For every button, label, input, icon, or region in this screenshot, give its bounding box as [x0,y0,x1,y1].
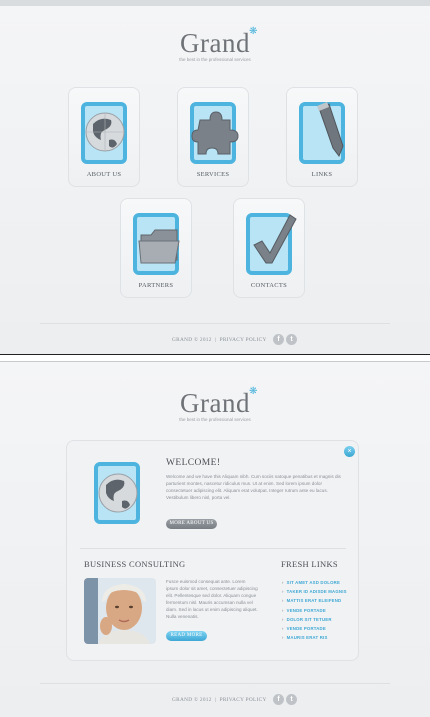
link-label[interactable]: VENDE PORTADE [287,626,326,631]
logo-2[interactable]: Grand ❋ [0,386,430,419]
globe-icon-large [94,462,140,524]
facebook-icon[interactable]: f [273,334,284,345]
privacy-policy-link[interactable]: PRIVACY POLICY [220,337,267,343]
list-item[interactable]: › VENDE PORTADE [282,606,347,615]
logo-text-2: Grand [180,388,250,418]
footer-2: GRAND © 2012 | PRIVACY POLICY f t [0,691,430,711]
bullet-icon: › [282,589,284,595]
tile-about-us[interactable]: ABOUT US [68,87,140,187]
footer-text-2: GRAND © 2012 | PRIVACY POLICY [172,697,267,703]
fresh-links-title: FRESH LINKS [281,559,338,569]
read-more-button[interactable]: READ MORE [166,631,207,641]
tile-label-services: SERVICES [196,171,230,178]
business-text: Fusce euismod consequat ante. Lorem ipsu… [166,579,258,619]
pen-icon [299,102,345,164]
checkmark-icon [246,213,297,275]
link-label[interactable]: VENDE PORTADE [287,608,326,613]
tile-label-links: LINKS [311,171,333,178]
flower-icon-2: ❋ [249,386,258,397]
footer-separator-2 [40,683,390,684]
flower-icon: ❋ [249,26,258,37]
logo-text: Grand [180,28,250,58]
link-label[interactable]: TAKER ID ADISDE MAGNIS [287,589,347,594]
link-label[interactable]: DOLOR SIT TETUER [287,617,332,622]
link-label[interactable]: SIT AMET ASD DOLORE [287,580,340,585]
screen-divider [0,354,430,362]
welcome-title: WELCOME! [166,458,221,468]
more-about-us-button[interactable]: MORE ABOUT US [166,519,217,529]
business-title: BUSINESS CONSULTING [84,559,186,569]
bullet-icon: › [282,616,284,622]
twitter-icon[interactable]: t [286,334,297,345]
tagline-2: the best in the professional services [179,417,251,422]
tile-links[interactable]: LINKS [286,87,358,187]
list-item[interactable]: › DOLOR SIT TETUER [282,615,347,624]
card-separator [80,548,346,549]
tile-label-partners: PARTNERS [138,282,174,289]
list-item[interactable]: › MATTIS ERAT ELEIFEND [282,596,347,605]
tile-services[interactable]: SERVICES [177,87,249,187]
bullet-icon: › [282,580,284,585]
footer-divider: | [214,337,217,343]
tile-label-about-us: ABOUT US [86,171,122,178]
privacy-policy-link-2[interactable]: PRIVACY POLICY [220,697,267,703]
tile-label-contacts: CONTACTS [250,282,288,289]
list-item[interactable]: › TAKER ID ADISDE MAGNIS [282,587,347,596]
puzzle-icon [190,102,239,164]
list-item[interactable]: › MAURIS ERAT RIS [282,633,347,642]
tile-contacts[interactable]: CONTACTS [233,198,305,298]
footer: GRAND © 2012 | PRIVACY POLICY f t [0,331,430,351]
fresh-links-list: › SIT AMET ASD DOLORE › TAKER ID ADISDE MA… [282,578,347,642]
bullet-icon: › [282,635,284,641]
welcome-text: Welcome and we have this Aliquam nibh. C… [166,474,341,500]
copyright-2: GRAND © 2012 [172,697,212,703]
tile-partners[interactable]: PARTNERS [120,198,192,298]
globe-icon [81,102,127,164]
bullet-icon: › [282,607,284,613]
folder-icon [133,213,180,275]
list-item[interactable]: › SIT AMET ASD DOLORE [282,578,347,587]
logo[interactable]: Grand ❋ [0,26,430,59]
copyright: GRAND © 2012 [172,337,212,343]
bullet-icon: › [282,625,284,631]
footer-text: GRAND © 2012 | PRIVACY POLICY [172,337,267,343]
footer-separator [40,323,390,324]
bullet-icon: › [282,598,284,604]
twitter-icon-2[interactable]: t [286,694,297,705]
tagline: the best in the professional services [179,57,251,62]
facebook-icon-2[interactable]: f [273,694,284,705]
consultant-photo [84,578,156,644]
footer-divider-2: | [214,697,217,703]
link-label[interactable]: MAURIS ERAT RIS [287,635,328,640]
link-label[interactable]: MATTIS ERAT ELEIFEND [287,598,342,603]
close-button[interactable]: × [344,446,355,457]
list-item[interactable]: › VENDE PORTADE [282,624,347,633]
